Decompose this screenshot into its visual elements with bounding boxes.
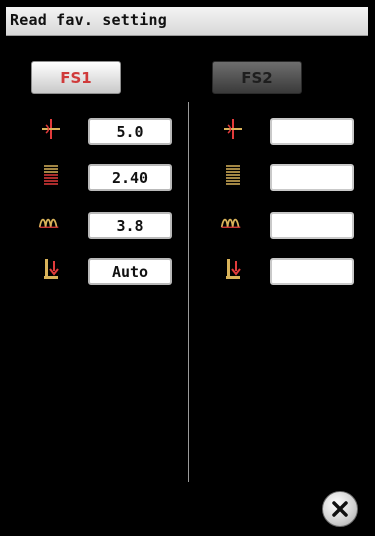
fs2-thread-tension-field[interactable] — [270, 258, 354, 285]
stitch-density-icon — [226, 165, 240, 185]
fs1-stitch-width-field[interactable]: 5.0 — [88, 118, 172, 145]
column-divider — [188, 102, 189, 482]
stitch-length-icon — [38, 218, 59, 228]
dialog-panel: FS1 FS2 5.0 2.40 3.8 Auto — [6, 36, 368, 536]
stitch-width-icon — [224, 119, 242, 139]
fs2-stitch-density-field[interactable] — [270, 164, 354, 191]
thread-tension-icon — [44, 259, 59, 279]
thread-tension-icon — [226, 259, 241, 279]
stitch-length-icon — [220, 218, 241, 228]
fs1-stitch-length-field[interactable]: 3.8 — [88, 212, 172, 239]
tab-fs1[interactable]: FS1 — [31, 61, 121, 94]
title-bar: Read fav. setting — [6, 7, 368, 36]
fs1-thread-tension-field[interactable]: Auto — [88, 258, 172, 285]
close-icon — [332, 501, 348, 517]
fs1-stitch-density-field[interactable]: 2.40 — [88, 164, 172, 191]
tab-fs2[interactable]: FS2 — [212, 61, 302, 94]
stitch-width-icon — [42, 119, 60, 139]
fs2-stitch-width-field[interactable] — [270, 118, 354, 145]
stitch-density-icon — [44, 165, 58, 185]
dialog-frame: Read fav. setting FS1 FS2 5.0 2.40 3.8 A… — [0, 0, 375, 536]
fs2-stitch-length-field[interactable] — [270, 212, 354, 239]
dialog-title: Read fav. setting — [10, 11, 167, 29]
close-button[interactable] — [322, 491, 358, 527]
